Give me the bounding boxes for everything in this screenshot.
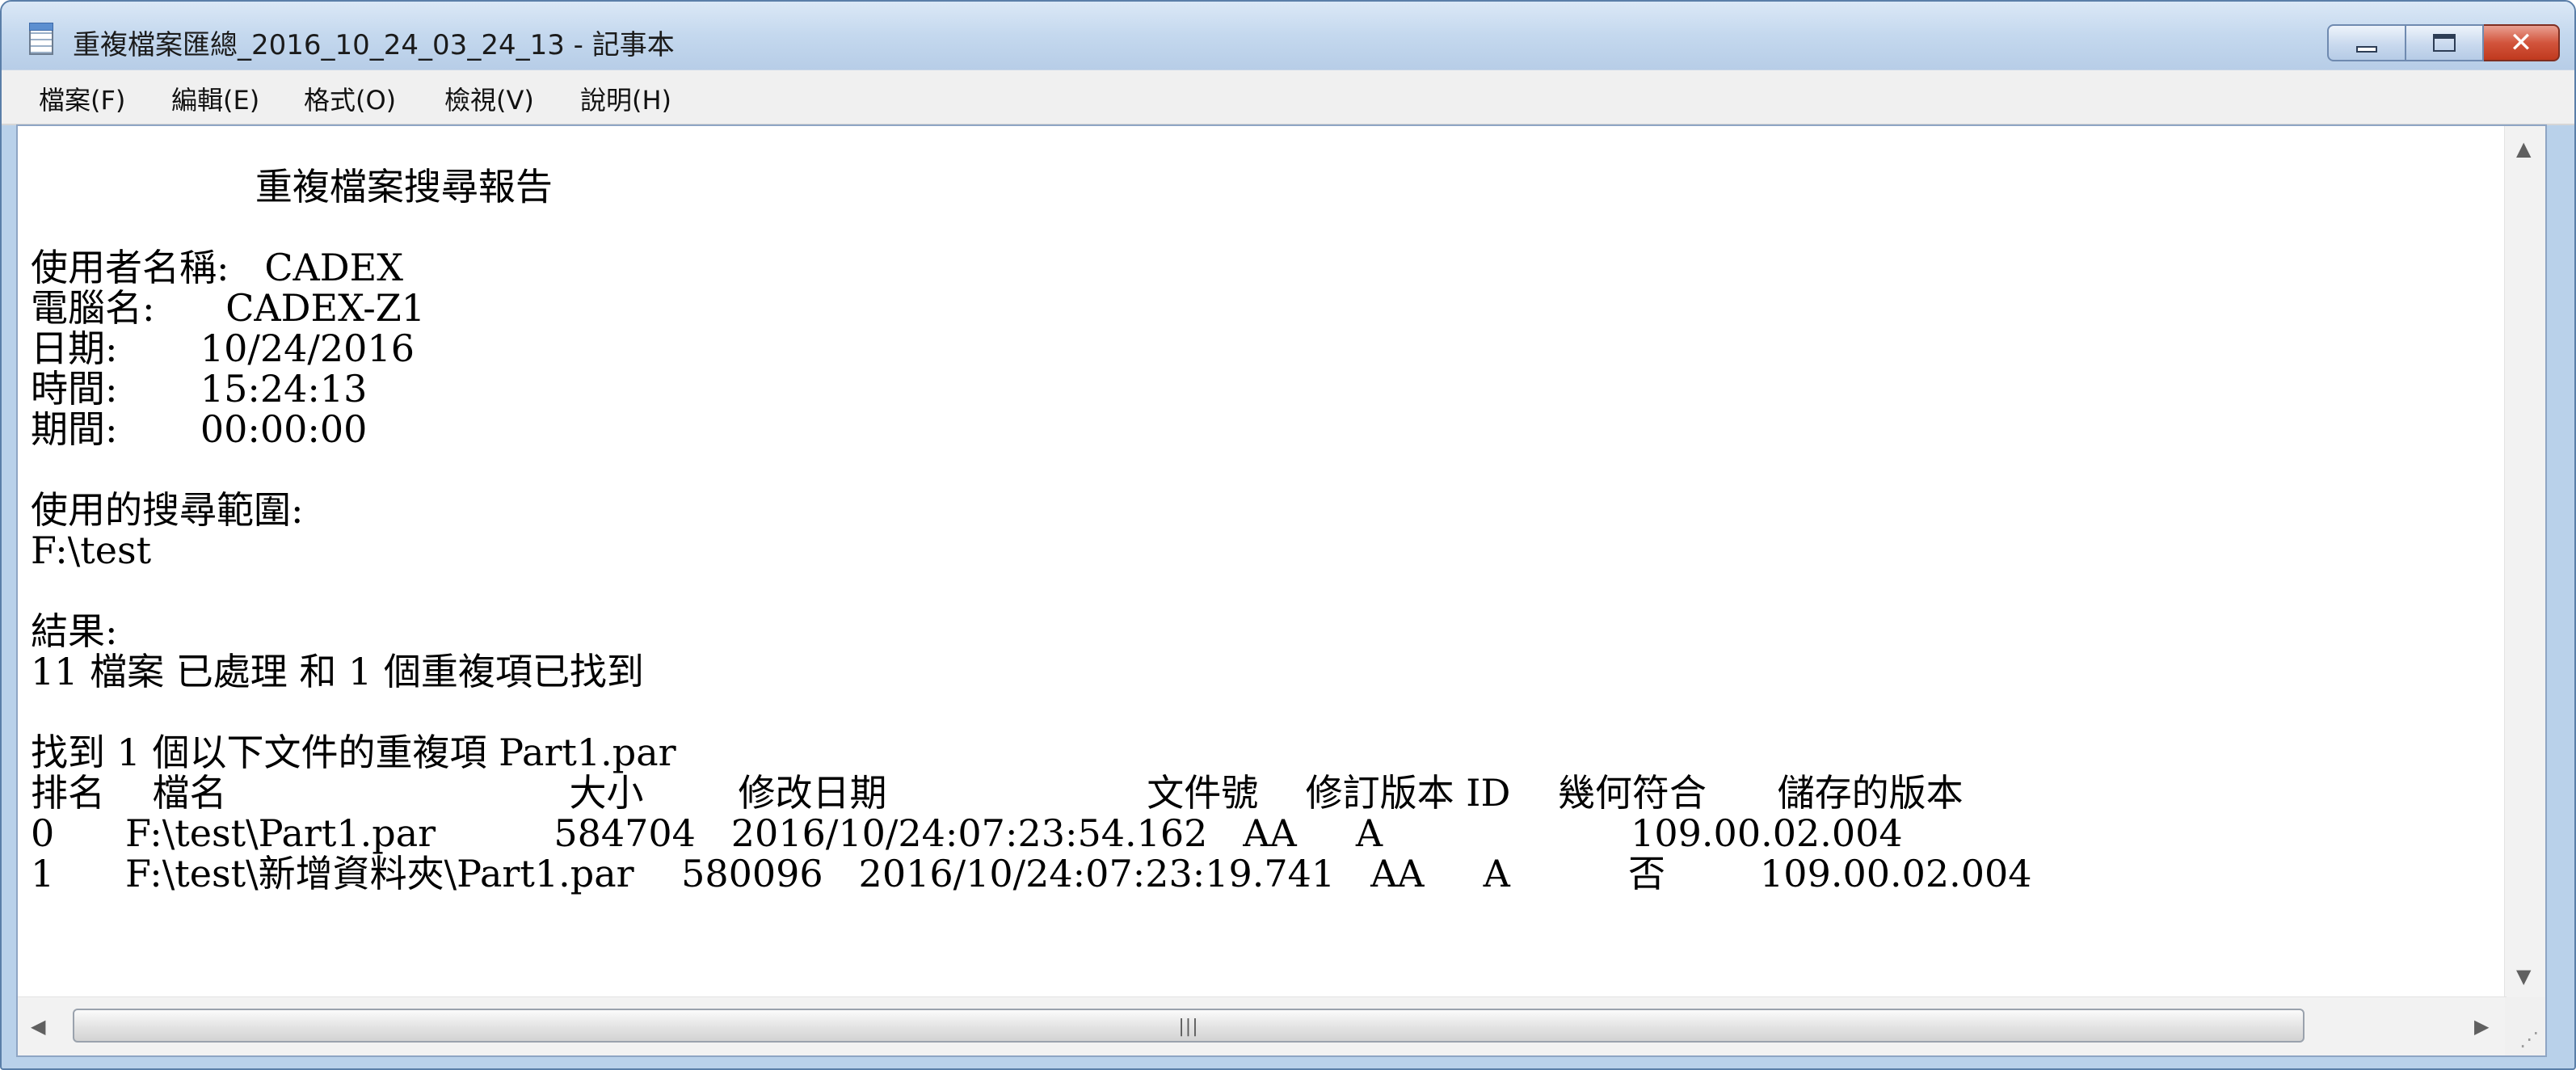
vertical-scrollbar[interactable]: ▲ ▼ bbox=[2504, 126, 2545, 999]
menu-help[interactable]: 說明(H) bbox=[580, 80, 671, 117]
window-title: 重複檔案匯總_2016_10_24_03_24_13 - 記事本 bbox=[73, 29, 675, 61]
scroll-down-icon[interactable]: ▼ bbox=[2516, 967, 2531, 986]
text-editor[interactable]: 重複檔案搜尋報告 使用者名稱: CADEX 電腦名: CADEX-Z1 日期: … bbox=[16, 124, 2547, 1057]
time-line: 時間: 15:24:13 bbox=[31, 367, 368, 411]
maximize-button[interactable] bbox=[2406, 24, 2484, 61]
caption-buttons: ✕ bbox=[2327, 24, 2560, 65]
table-header: 排名 檔名 大小 修改日期 文件號 修訂版本 ID 幾何符合 儲存的版本 bbox=[31, 771, 1964, 815]
duration-line: 期間: 00:00:00 bbox=[31, 407, 368, 451]
results-label: 結果: bbox=[31, 609, 118, 653]
computer-name-line: 電腦名: CADEX-Z1 bbox=[31, 286, 425, 330]
duplicate-heading: 找到 1 個以下文件的重複項 Part1.par bbox=[31, 731, 676, 774]
report-title: 重複檔案搜尋報告 bbox=[31, 165, 553, 209]
user-name-line: 使用者名稱: CADEX bbox=[31, 246, 403, 289]
close-icon: ✕ bbox=[2509, 27, 2533, 59]
search-scope-label: 使用的搜尋範圍: bbox=[31, 488, 304, 532]
minimize-icon bbox=[2356, 46, 2377, 53]
title-bar[interactable]: 重複檔案匯總_2016_10_24_03_24_13 - 記事本 ✕ bbox=[2, 2, 2574, 70]
maximize-icon bbox=[2433, 34, 2456, 52]
search-scope-path: F:\test bbox=[31, 529, 152, 572]
table-row: 1 F:\test\新增資料夾\Part1.par 580096 2016/10… bbox=[31, 852, 2032, 895]
menu-edit[interactable]: 編輯(E) bbox=[171, 80, 259, 117]
menu-bar: 檔案(F) 編輯(E) 格式(O) 檢視(V) 說明(H) bbox=[2, 70, 2574, 125]
table-row: 0 F:\test\Part1.par 584704 2016/10/24:07… bbox=[31, 811, 1903, 855]
close-button[interactable]: ✕ bbox=[2484, 24, 2560, 61]
menu-view[interactable]: 檢視(V) bbox=[444, 80, 534, 117]
scroll-left-icon[interactable]: ◀ bbox=[31, 1017, 45, 1036]
notepad-window: 重複檔案匯總_2016_10_24_03_24_13 - 記事本 ✕ 檔案(F)… bbox=[0, 0, 2576, 1070]
date-line: 日期: 10/24/2016 bbox=[31, 326, 415, 370]
minimize-button[interactable] bbox=[2327, 24, 2406, 61]
horizontal-scroll-thumb[interactable]: ||| bbox=[73, 1009, 2305, 1043]
notepad-icon[interactable] bbox=[29, 23, 53, 55]
scroll-up-icon[interactable]: ▲ bbox=[2516, 139, 2531, 158]
scrollbar-corner: ⋰ bbox=[2505, 997, 2545, 1055]
horizontal-scrollbar[interactable]: ◀ ||| ▶ bbox=[18, 996, 2507, 1055]
menu-file[interactable]: 檔案(F) bbox=[39, 80, 125, 117]
menu-format[interactable]: 格式(O) bbox=[304, 80, 396, 117]
thumb-grip-icon: ||| bbox=[1178, 1017, 1199, 1037]
resize-grip-icon[interactable]: ⋰ bbox=[2519, 1030, 2539, 1049]
scroll-right-icon[interactable]: ▶ bbox=[2474, 1017, 2489, 1036]
results-summary: 11 檔案 已處理 和 1 個重複項已找到 bbox=[31, 650, 644, 693]
document-text[interactable]: 重複檔案搜尋報告 使用者名稱: CADEX 電腦名: CADEX-Z1 日期: … bbox=[18, 126, 2507, 999]
